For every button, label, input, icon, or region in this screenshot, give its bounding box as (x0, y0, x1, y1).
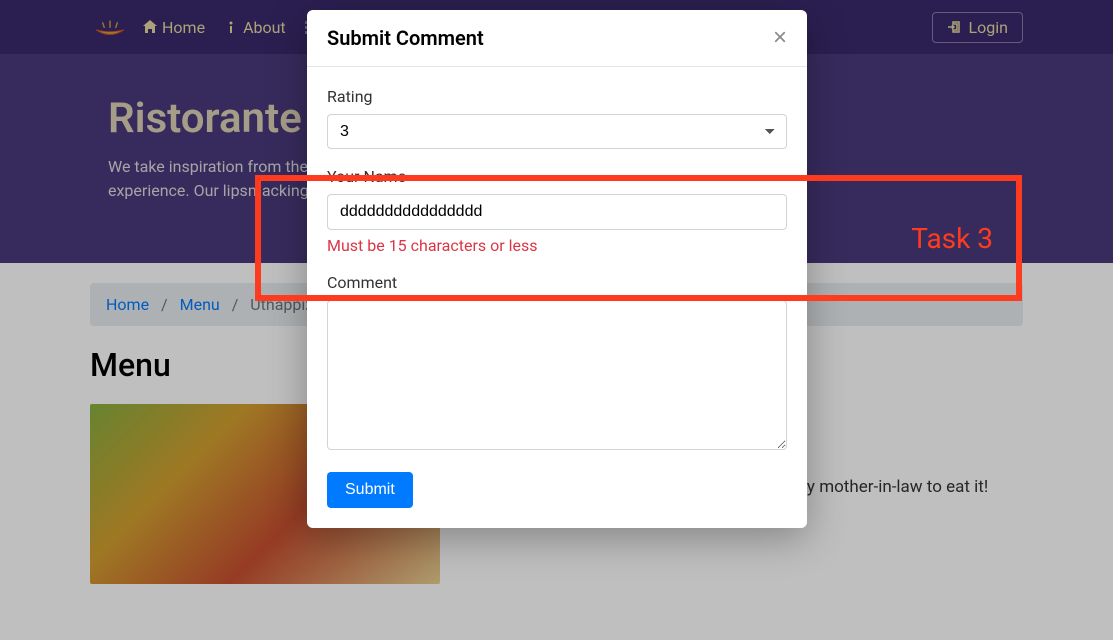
comment-label: Comment (327, 273, 787, 292)
comment-textarea[interactable] (327, 300, 787, 450)
rating-select[interactable]: 3 (327, 114, 787, 149)
name-error: Must be 15 characters or less (327, 236, 787, 255)
submit-button[interactable]: Submit (327, 472, 413, 508)
name-input[interactable] (327, 194, 787, 230)
modal-title: Submit Comment (327, 26, 484, 50)
close-icon: × (773, 24, 787, 51)
close-button[interactable]: × (773, 26, 787, 50)
name-label: Your Name (327, 167, 787, 186)
rating-label: Rating (327, 87, 787, 106)
submit-comment-modal: Submit Comment × Rating 3 Your Name Must… (307, 10, 807, 528)
